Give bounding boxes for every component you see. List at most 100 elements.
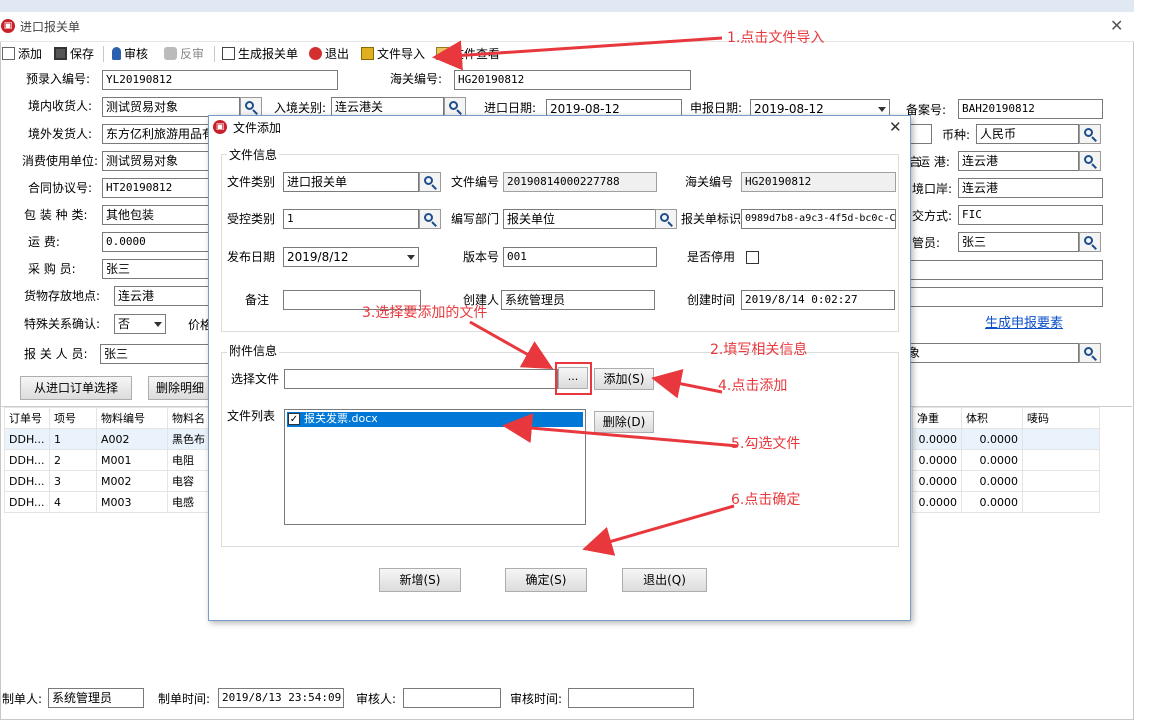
file-import-button[interactable]: 文件导入: [361, 44, 425, 64]
toolbar-separator: [214, 46, 215, 62]
dept-field[interactable]: 报关单位: [503, 209, 657, 229]
file-list[interactable]: ✓ 报关发票.docx: [284, 409, 586, 525]
cell: 2: [49, 449, 97, 471]
ok-button[interactable]: 确定(S): [505, 568, 587, 592]
dialog-close-icon[interactable]: ✕: [889, 118, 902, 136]
delete-detail-button[interactable]: 删除明细: [148, 376, 212, 400]
table-row[interactable]: DDH... 2 M001 电阻: [4, 449, 210, 471]
buyer-field[interactable]: 张三: [102, 259, 212, 279]
list-item[interactable]: ✓ 报关发票.docx: [287, 412, 583, 427]
empty-field[interactable]: [904, 287, 1103, 307]
make-time-field[interactable]: 2019/8/13 23:54:09: [218, 688, 344, 708]
keeper-field[interactable]: 张三: [958, 232, 1079, 252]
entry-type-field[interactable]: 连云港关: [331, 97, 444, 117]
audit-button[interactable]: 审核: [112, 44, 148, 64]
pack-field[interactable]: 其他包装: [102, 205, 212, 225]
shipper-field[interactable]: 东方亿利旅游用品有: [102, 124, 212, 144]
port-field[interactable]: 连云港: [958, 151, 1079, 171]
table-row[interactable]: 0.0000 0.0000: [912, 428, 1100, 450]
customs-field[interactable]: HG20190812: [454, 70, 691, 90]
cell: M002: [96, 470, 168, 492]
declarant-field[interactable]: 张三: [100, 344, 212, 364]
cell: 电阻: [167, 449, 210, 471]
make-time-label: 制单时间:: [158, 692, 211, 706]
header-order-no: 订单号: [4, 407, 50, 429]
control-search-button[interactable]: [419, 209, 441, 229]
delete-file-button[interactable]: 删除(D): [594, 411, 654, 433]
creator-field[interactable]: 系统管理员: [501, 290, 655, 310]
audit-time-field[interactable]: [568, 688, 694, 708]
freight-label: 运 费:: [28, 235, 60, 249]
keeper-search-button[interactable]: [1079, 232, 1101, 252]
record-field[interactable]: BAH20190812: [958, 99, 1103, 119]
file-type-field[interactable]: 进口报关单: [283, 172, 419, 192]
freight-field[interactable]: 0.0000: [102, 232, 212, 252]
publish-date-field[interactable]: 2019/8/12: [283, 247, 419, 267]
browse-highlight: [555, 362, 592, 395]
disabled-checkbox[interactable]: [746, 251, 759, 264]
cell: 电感: [167, 491, 210, 513]
cell: M003: [96, 491, 168, 513]
add-button[interactable]: 添加: [2, 44, 42, 64]
file-view-button[interactable]: 文件查看: [436, 44, 500, 64]
table-row[interactable]: DDH... 4 M003 电感: [4, 491, 210, 513]
table-row[interactable]: 0.0000 0.0000: [912, 449, 1100, 471]
close-icon[interactable]: ✕: [1110, 16, 1123, 35]
add-file-button[interactable]: 添加(S): [594, 368, 654, 390]
version-field[interactable]: 001: [503, 247, 657, 267]
consumer-field[interactable]: 测试贸易对象: [102, 151, 212, 171]
entry-type-search-button[interactable]: [444, 97, 466, 117]
maker-field[interactable]: 系统管理员: [48, 688, 144, 708]
list-item-checkbox[interactable]: ✓: [288, 413, 300, 425]
consignee-field[interactable]: 测试贸易对象: [102, 97, 240, 117]
generate-elements-link[interactable]: 生成申报要素: [985, 315, 1063, 333]
select-file-field[interactable]: [284, 369, 558, 389]
dept-search-button[interactable]: [655, 209, 677, 229]
table-row[interactable]: DDH... 3 M002 电容: [4, 470, 210, 492]
pre-entry-field[interactable]: YL20190812: [102, 70, 338, 90]
deal-field[interactable]: FIC: [958, 205, 1103, 225]
new-button[interactable]: 新增(S): [379, 568, 461, 592]
exit-button[interactable]: 退出: [309, 44, 349, 64]
port-search-button[interactable]: [1079, 151, 1101, 171]
consignee-search-button[interactable]: [240, 97, 262, 117]
created-label: 创建时间: [687, 293, 736, 307]
cell: DDH...: [4, 470, 50, 492]
annotation-1: 1.点击文件导入: [727, 30, 825, 46]
header-item-no: 项号: [49, 407, 97, 429]
keeper-label: 管员:: [912, 236, 941, 250]
save-button[interactable]: 保存: [54, 44, 94, 64]
empty-field[interactable]: [904, 260, 1103, 280]
unaudit-button[interactable]: 反审: [164, 44, 204, 64]
store-field[interactable]: 连云港: [114, 286, 212, 306]
toolbar-separator: [103, 46, 104, 62]
mark-field[interactable]: 0989d7b8-a9c3-4f5d-bc0c-C: [741, 209, 896, 229]
table-row[interactable]: 0.0000 0.0000: [912, 491, 1100, 513]
table-row[interactable]: 0.0000 0.0000: [912, 470, 1100, 492]
entry-port-field[interactable]: 连云港: [958, 178, 1103, 198]
control-field[interactable]: 1: [283, 209, 419, 229]
object-search-button[interactable]: [1079, 343, 1101, 363]
grid-header-row: 净重 体积 唛码: [912, 407, 1100, 429]
grid-left: 订单号 项号 物料编号 物料名 DDH... 1 A002 黑色布 DDH...…: [4, 407, 210, 513]
created-field[interactable]: 2019/8/14 0:02:27: [741, 290, 895, 310]
envelope-icon: [436, 47, 449, 60]
currency-field[interactable]: 人民币: [976, 124, 1079, 144]
special-select[interactable]: 否: [114, 314, 166, 334]
annotation-5: 5.勾选文件: [731, 436, 801, 452]
dialog-exit-button[interactable]: 退出(Q): [622, 568, 707, 592]
object-field[interactable]: 象: [904, 343, 1079, 363]
cell: 1: [49, 428, 97, 450]
select-from-order-button[interactable]: 从进口订单选择: [20, 376, 132, 400]
header-mark: 唛码: [1022, 407, 1100, 429]
file-type-search-button[interactable]: [419, 172, 441, 192]
generate-declaration-button[interactable]: 生成报关单: [222, 44, 298, 64]
cell: A002: [96, 428, 168, 450]
consignee-label: 境内收货人:: [28, 99, 93, 113]
currency-search-button[interactable]: [1079, 124, 1101, 144]
table-row[interactable]: DDH... 1 A002 黑色布: [4, 428, 210, 450]
select-file-label: 选择文件: [231, 372, 280, 386]
store-label: 货物存放地点:: [24, 289, 101, 303]
contract-field[interactable]: HT20190812: [102, 178, 212, 198]
auditor-field[interactable]: [403, 688, 501, 708]
